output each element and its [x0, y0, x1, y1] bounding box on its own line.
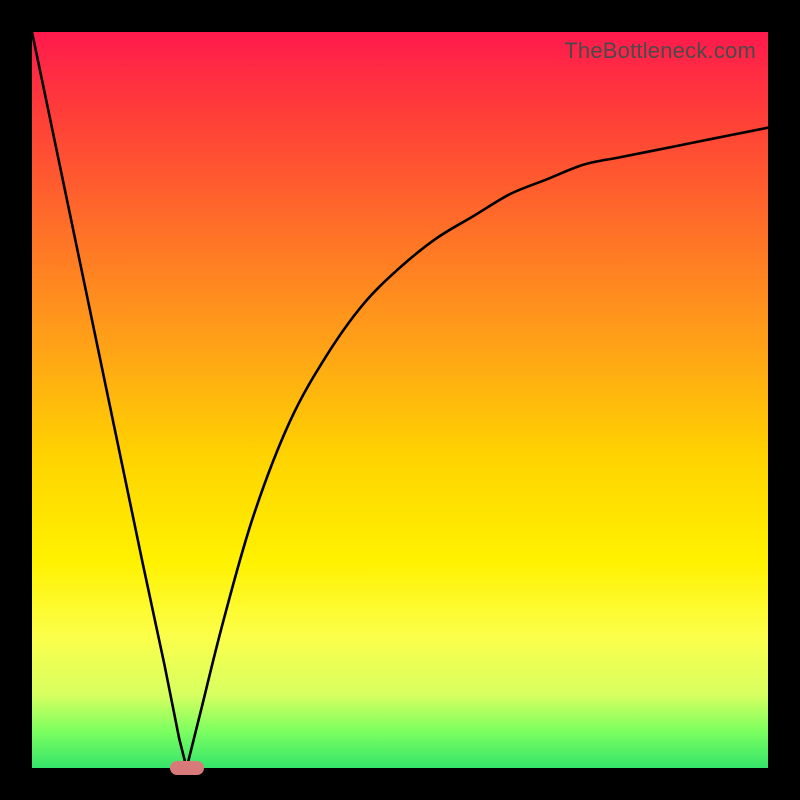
- optimum-marker: [170, 761, 204, 775]
- curve-path: [32, 32, 768, 768]
- chart-frame: TheBottleneck.com: [0, 0, 800, 800]
- plot-area: TheBottleneck.com: [32, 32, 768, 768]
- bottleneck-curve: [32, 32, 768, 768]
